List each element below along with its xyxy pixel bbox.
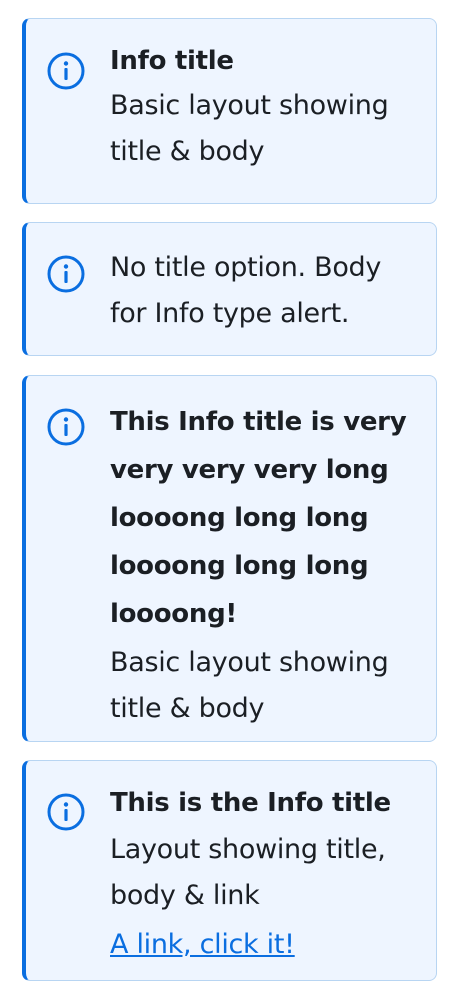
alert-title: This is the Info title: [110, 788, 391, 818]
info-icon: [46, 51, 86, 91]
alert-body: Basic layout showing title & body: [110, 90, 389, 167]
info-icon: [46, 792, 86, 832]
info-icon: [46, 254, 86, 294]
alert-body: No title option. Body for Info type aler…: [110, 252, 382, 329]
info-alert: No title option. Body for Info type aler…: [22, 222, 437, 356]
info-alert: Info title Basic layout showing title & …: [22, 18, 437, 204]
alert-content: Info title Basic layout showing title & …: [110, 39, 416, 175]
alert-content: This is the Info title Layout showing ti…: [110, 781, 416, 967]
alert-body: Basic layout showing title & body: [110, 647, 389, 724]
info-icon: [46, 407, 86, 447]
alert-content: No title option. Body for Info type aler…: [110, 243, 416, 337]
alert-title: Info title: [110, 46, 234, 76]
alert-title: This Info title is very very very very l…: [110, 407, 407, 629]
alert-content: This Info title is very very very very l…: [110, 396, 416, 732]
info-alert: This Info title is very very very very l…: [22, 375, 437, 742]
info-alert: This is the Info title Layout showing ti…: [22, 760, 437, 981]
alert-body: Layout showing title, body & link: [110, 834, 386, 911]
alert-link[interactable]: A link, click it!: [110, 923, 295, 967]
